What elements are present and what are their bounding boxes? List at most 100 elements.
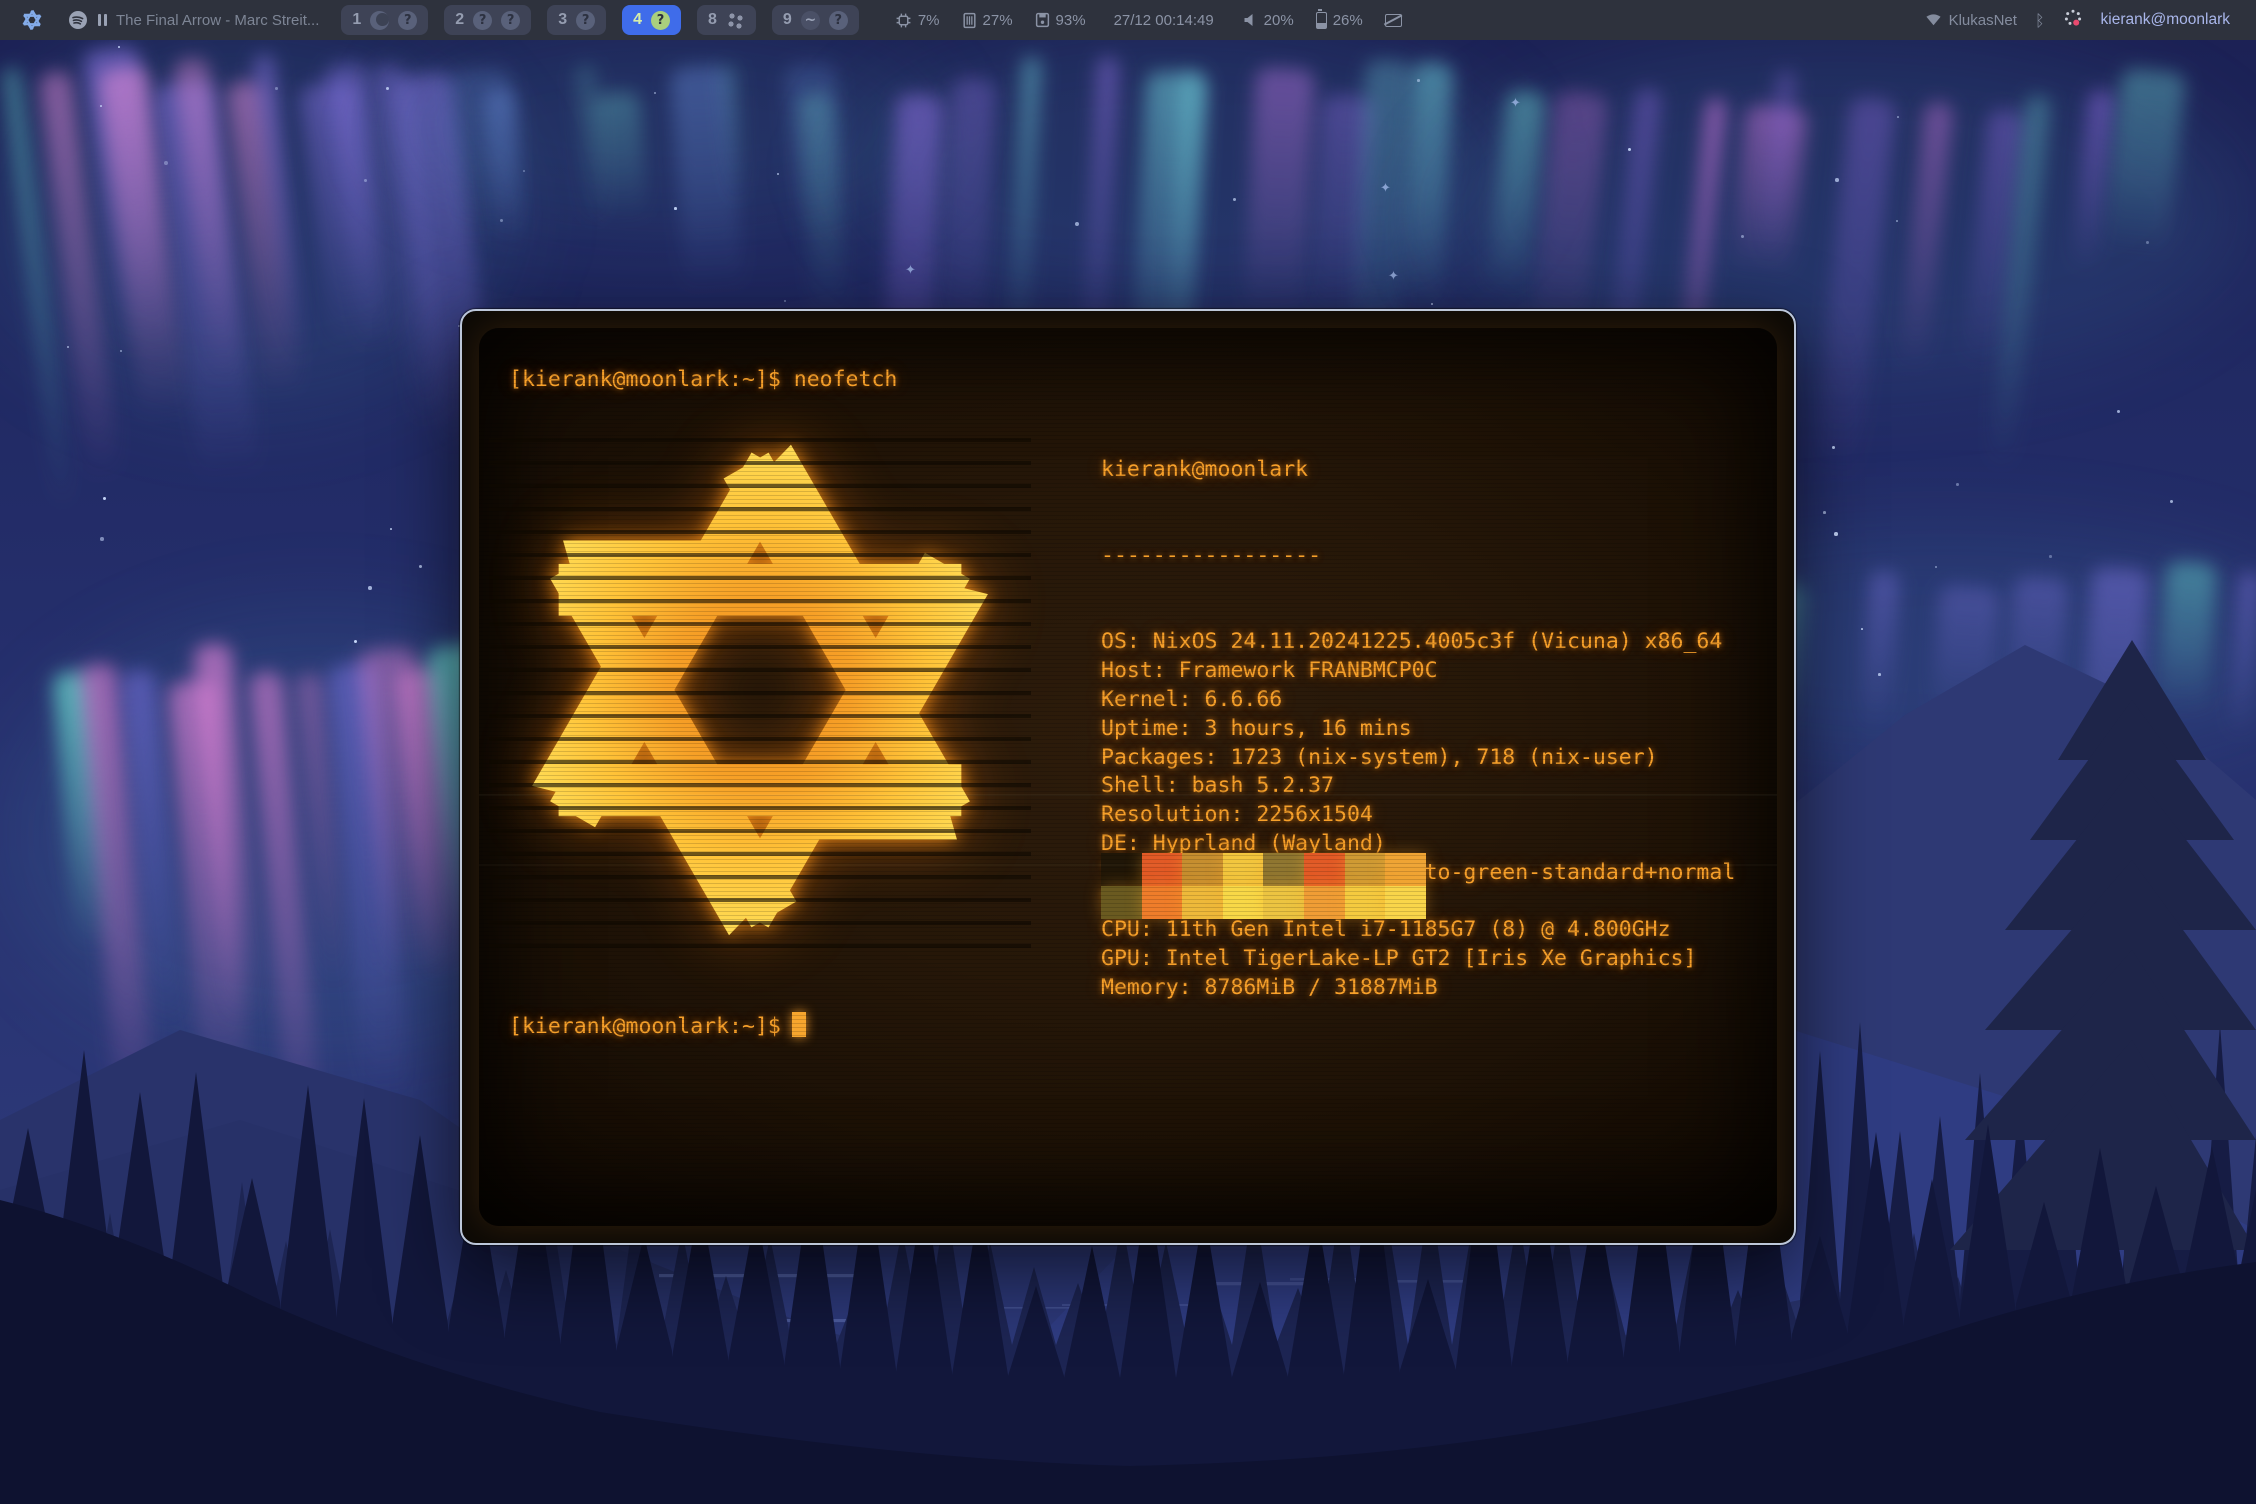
pause-icon bbox=[98, 14, 107, 26]
neofetch-line: GPU: Intel TigerLake-LP GT2 [Iris Xe Gra… bbox=[1101, 945, 1735, 974]
app-icon-wave bbox=[801, 11, 820, 30]
idle-inhibitor-module[interactable] bbox=[1385, 14, 1402, 27]
wifi-icon bbox=[1925, 13, 1942, 27]
nix-snowflake-icon bbox=[21, 9, 43, 31]
palette-row-bright bbox=[1101, 886, 1426, 919]
tray-icon[interactable] bbox=[2063, 8, 2083, 32]
shell-prompt: [kierank@moonlark:~]$ bbox=[509, 367, 781, 392]
workspaces: 1 2 3 4 8 9 bbox=[341, 5, 858, 35]
app-icon-question bbox=[398, 11, 417, 30]
neofetch-line: Shell: bash 5.2.37 bbox=[1101, 772, 1735, 801]
clock[interactable]: 27/12 00:14:49 bbox=[1114, 12, 1214, 29]
app-icon-question bbox=[473, 11, 492, 30]
workspace-9[interactable]: 9 bbox=[772, 5, 859, 35]
palette-block bbox=[1345, 886, 1386, 919]
palette-row-normal bbox=[1101, 853, 1426, 886]
cpu-value: 7% bbox=[918, 12, 940, 29]
neofetch-separator: ----------------- bbox=[1101, 542, 1735, 571]
shell-prompt: [kierank@moonlark:~]$ bbox=[509, 1014, 781, 1039]
disk-module[interactable]: 93% bbox=[1035, 12, 1086, 29]
workspace-number: 2 bbox=[455, 11, 464, 29]
palette-block bbox=[1223, 886, 1264, 919]
workspace-8[interactable]: 8 bbox=[697, 5, 756, 35]
cpu-module[interactable]: 7% bbox=[895, 12, 940, 29]
app-icon-question bbox=[501, 11, 520, 30]
memory-value: 27% bbox=[983, 12, 1013, 29]
palette-block bbox=[1385, 886, 1426, 919]
terminal-screen[interactable]: [kierank@moonlark:~]$ neofetch kierank@m… bbox=[479, 328, 1777, 1226]
workspace-2[interactable]: 2 bbox=[444, 5, 531, 35]
terminal-color-palette bbox=[1101, 853, 1426, 919]
workspace-4-active[interactable]: 4 bbox=[622, 5, 681, 35]
terminal-cursor bbox=[792, 1012, 806, 1037]
palette-block bbox=[1142, 886, 1183, 919]
neofetch-line: Host: Framework FRANBMCP0C bbox=[1101, 657, 1735, 686]
workspace-1[interactable]: 1 bbox=[341, 5, 428, 35]
command-line: [kierank@moonlark:~]$ neofetch bbox=[509, 367, 897, 392]
spotify-icon bbox=[68, 10, 88, 30]
memory-icon bbox=[962, 12, 977, 29]
network-module[interactable]: KlukasNet bbox=[1925, 12, 2017, 29]
neofetch-line: OS: NixOS 24.11.20241225.4005c3f (Vicuna… bbox=[1101, 628, 1735, 657]
battery-icon bbox=[1316, 12, 1327, 29]
neofetch-line: Uptime: 3 hours, 16 mins bbox=[1101, 715, 1735, 744]
nixos-menu-button[interactable] bbox=[20, 8, 44, 32]
shell-prompt-line[interactable]: [kierank@moonlark:~]$ bbox=[509, 1012, 806, 1039]
disk-value: 93% bbox=[1056, 12, 1086, 29]
screen-seam bbox=[479, 794, 1777, 796]
volume-value: 20% bbox=[1264, 12, 1294, 29]
neofetch-line: Resolution: 2256x1504 bbox=[1101, 801, 1735, 830]
battery-value: 26% bbox=[1333, 12, 1363, 29]
cpu-icon bbox=[895, 12, 912, 29]
palette-block bbox=[1263, 853, 1304, 886]
desktop: ✦✦✦✦✦ bbox=[0, 0, 2256, 1504]
workspace-number: 8 bbox=[708, 11, 717, 29]
system-stats: 7% 27% 93% 27/12 00:14:49 bbox=[895, 12, 1402, 29]
user-indicator[interactable]: kierank@moonlark bbox=[2101, 11, 2230, 29]
volume-module[interactable]: 20% bbox=[1242, 12, 1294, 29]
disk-icon bbox=[1035, 12, 1050, 28]
terminal-window[interactable]: [kierank@moonlark:~]$ neofetch kierank@m… bbox=[460, 309, 1796, 1245]
app-icon-question bbox=[576, 11, 595, 30]
workspace-number: 1 bbox=[352, 11, 361, 29]
neofetch-lines: OS: NixOS 24.11.20241225.4005c3f (Vicuna… bbox=[1101, 628, 1735, 1002]
workspace-number: 9 bbox=[783, 11, 792, 29]
typed-command: neofetch bbox=[794, 367, 898, 392]
screen-seam bbox=[479, 864, 1777, 866]
neofetch-line: CPU: 11th Gen Intel i7-1185G7 (8) @ 4.80… bbox=[1101, 916, 1735, 945]
palette-block bbox=[1182, 886, 1223, 919]
palette-block bbox=[1385, 853, 1426, 886]
app-icon-moon bbox=[370, 11, 389, 30]
status-bar: The Final Arrow - Marc Streit... 123489 … bbox=[0, 0, 2256, 40]
battery-module[interactable]: 26% bbox=[1316, 12, 1363, 29]
palette-block bbox=[1182, 853, 1223, 886]
palette-block bbox=[1142, 853, 1183, 886]
app-icon-question-green bbox=[651, 11, 670, 30]
idle-inhibitor-icon bbox=[1385, 14, 1402, 27]
palette-block bbox=[1345, 853, 1386, 886]
neofetch-line: Kernel: 6.6.66 bbox=[1101, 686, 1735, 715]
media-player-module[interactable]: The Final Arrow - Marc Streit... bbox=[68, 10, 319, 30]
workspace-3[interactable]: 3 bbox=[547, 5, 606, 35]
neofetch-info: kierank@moonlark ----------------- OS: N… bbox=[1101, 398, 1735, 1060]
neofetch-line: Packages: 1723 (nix-system), 718 (nix-us… bbox=[1101, 744, 1735, 773]
palette-block bbox=[1263, 886, 1304, 919]
network-ssid: KlukasNet bbox=[1949, 12, 2017, 29]
neofetch-header: kierank@moonlark bbox=[1101, 456, 1735, 485]
media-title: The Final Arrow - Marc Streit... bbox=[116, 12, 319, 29]
memory-module[interactable]: 27% bbox=[962, 12, 1013, 29]
palette-block bbox=[1101, 853, 1142, 886]
palette-block bbox=[1223, 853, 1264, 886]
app-icon-pinwheel bbox=[726, 11, 745, 30]
app-icon-question bbox=[829, 11, 848, 30]
clock-value: 27/12 00:14:49 bbox=[1114, 12, 1214, 29]
bluetooth-icon[interactable]: ᛒ bbox=[2035, 11, 2045, 30]
bar-right-modules: KlukasNet ᛒ kierank@moonlark bbox=[1925, 8, 2256, 32]
bar-left-modules: The Final Arrow - Marc Streit... 123489 … bbox=[0, 5, 1402, 35]
workspace-number: 4 bbox=[633, 11, 642, 29]
palette-block bbox=[1304, 853, 1345, 886]
workspace-number: 3 bbox=[558, 11, 567, 29]
nixos-ascii-logo bbox=[495, 425, 1025, 955]
palette-block bbox=[1304, 886, 1345, 919]
volume-icon bbox=[1242, 12, 1258, 28]
